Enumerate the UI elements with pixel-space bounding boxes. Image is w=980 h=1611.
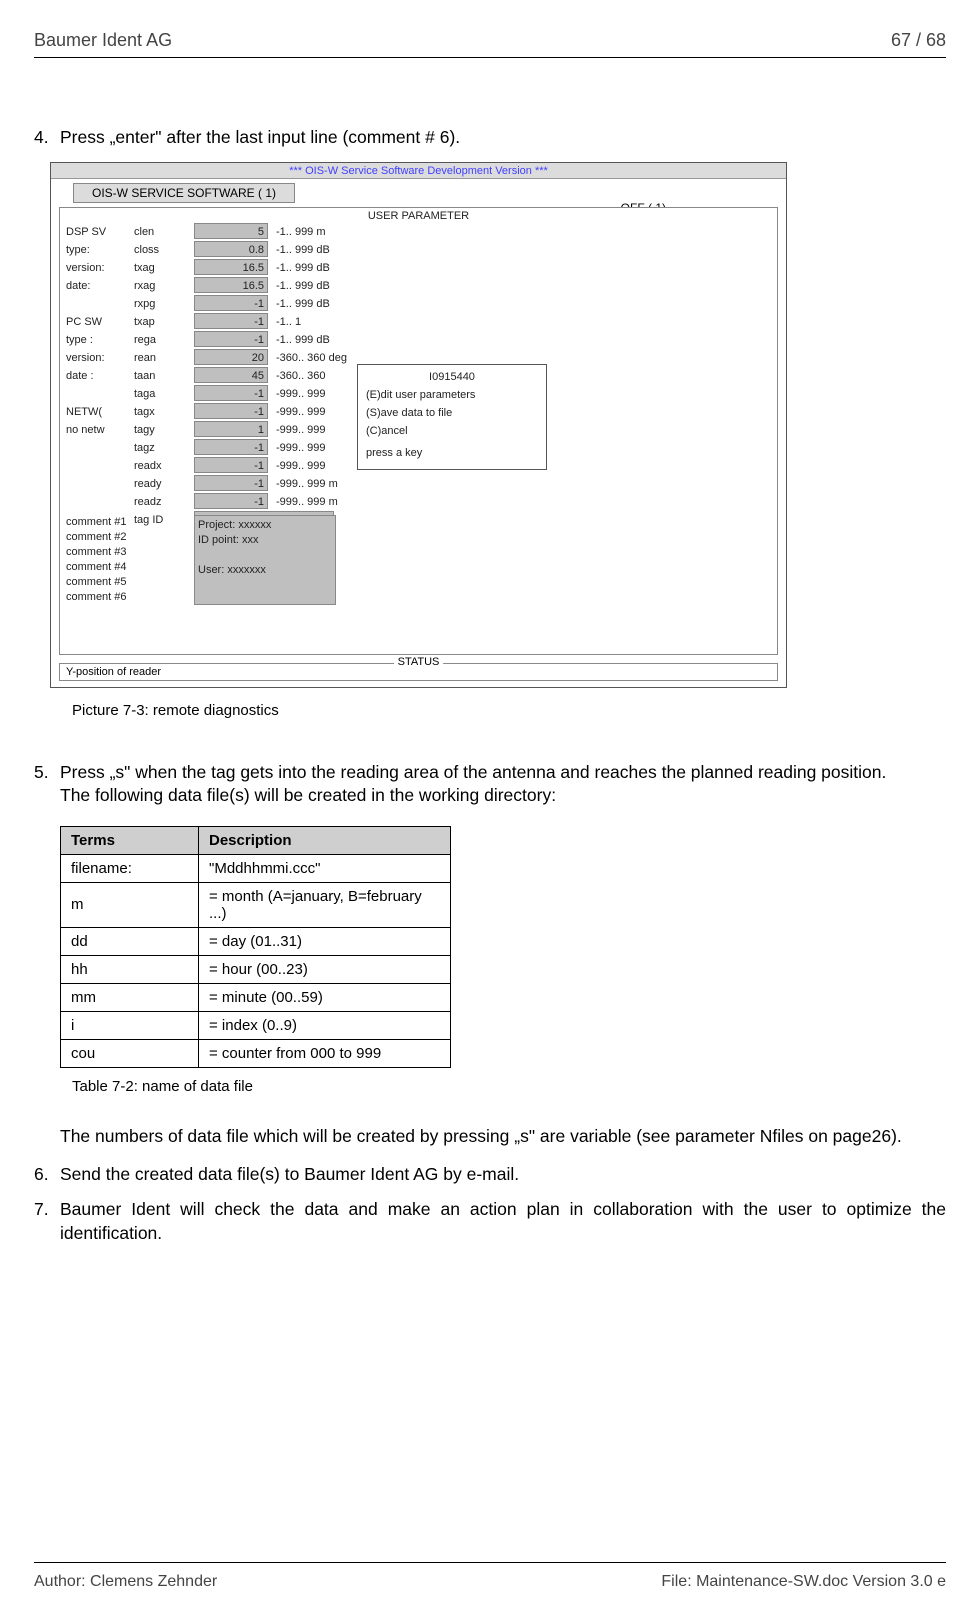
software-chip: OIS-W SERVICE SOFTWARE ( 1) bbox=[73, 183, 295, 203]
comment-labels: comment #1comment #2comment #3comment #4… bbox=[66, 515, 186, 605]
step-text: Press „enter" after the last input line … bbox=[60, 126, 946, 150]
page-footer: Author: Clemens Zehnder File: Maintenanc… bbox=[34, 1562, 946, 1591]
note-after-table: The numbers of data file which will be c… bbox=[60, 1125, 946, 1149]
step-5: 5. Press „s" when the tag gets into the … bbox=[34, 761, 946, 808]
step-4: 4. Press „enter" after the last input li… bbox=[34, 126, 946, 150]
user-parameter-heading: USER PARAMETER bbox=[60, 210, 777, 222]
screenshot-body: USER PARAMETER DSP SVtype:version:date: … bbox=[59, 207, 778, 655]
step-text: Baumer Ident will check the data and mak… bbox=[60, 1198, 946, 1245]
step-6: 6. Send the created data file(s) to Baum… bbox=[34, 1163, 946, 1187]
popup-hint: press a key bbox=[366, 444, 538, 462]
company-name: Baumer Ident AG bbox=[34, 30, 172, 51]
left-info-column: DSP SVtype:version:date: PC SWtype :vers… bbox=[66, 223, 126, 529]
step-num: 6. bbox=[34, 1163, 60, 1187]
popup-option-save: (S)ave data to file bbox=[366, 404, 538, 422]
param-names-column: clenclosstxagrxagrxpgtxapregareantaantag… bbox=[134, 223, 186, 529]
th-description: Description bbox=[199, 826, 451, 854]
table-row: hh= hour (00..23) bbox=[61, 955, 451, 983]
terms-table: Terms Description filename:"Mddhhmmi.ccc… bbox=[60, 826, 451, 1068]
table-row: i= index (0..9) bbox=[61, 1011, 451, 1039]
step-text: Send the created data file(s) to Baumer … bbox=[60, 1163, 946, 1187]
status-bar: STATUS Y-position of reader bbox=[59, 663, 778, 681]
th-terms: Terms bbox=[61, 826, 199, 854]
popup-option-cancel: (C)ancel bbox=[366, 422, 538, 440]
step-num: 4. bbox=[34, 126, 60, 150]
figure-caption: Picture 7-3: remote diagnostics bbox=[72, 702, 946, 719]
step-num: 7. bbox=[34, 1198, 60, 1245]
popup-option-edit: (E)dit user parameters bbox=[366, 386, 538, 404]
page-header: Baumer Ident AG 67 / 68 bbox=[34, 30, 946, 58]
popup-title: I0915440 bbox=[366, 368, 538, 386]
screenshot-titlebar: *** OIS-W Service Software Development V… bbox=[51, 163, 786, 179]
status-text: Y-position of reader bbox=[66, 666, 161, 678]
table-row: mm= minute (00..59) bbox=[61, 983, 451, 1011]
comments-block: comment #1comment #2comment #3comment #4… bbox=[66, 515, 336, 605]
content: 4. Press „enter" after the last input li… bbox=[34, 126, 946, 1534]
table-row: dd= day (01..31) bbox=[61, 927, 451, 955]
page-number: 67 / 68 bbox=[891, 30, 946, 51]
param-ranges-column: -1.. 999 m-1.. 999 dB-1.. 999 dB-1.. 999… bbox=[276, 223, 347, 529]
screenshot-frame: *** OIS-W Service Software Development V… bbox=[50, 162, 787, 688]
comment-box: Project: xxxxxxID point: xxx User: xxxxx… bbox=[194, 515, 336, 605]
param-values-column: 50.816.516.5-1-1-12045-1-11-1-1-1-1756 bbox=[194, 223, 268, 529]
popup-dialog: I0915440 (E)dit user parameters (S)ave d… bbox=[357, 364, 547, 470]
table-row: filename:"Mddhhmmi.ccc" bbox=[61, 854, 451, 882]
table-row: cou= counter from 000 to 999 bbox=[61, 1039, 451, 1067]
step-7: 7. Baumer Ident will check the data and … bbox=[34, 1198, 946, 1245]
step-text: Press „s" when the tag gets into the rea… bbox=[60, 761, 946, 808]
footer-file: File: Maintenance-SW.doc Version 3.0 e bbox=[661, 1573, 946, 1591]
table-row: m= month (A=january, B=february ...) bbox=[61, 882, 451, 927]
table-caption: Table 7-2: name of data file bbox=[72, 1078, 946, 1095]
footer-author: Author: Clemens Zehnder bbox=[34, 1573, 217, 1591]
step-num: 5. bbox=[34, 761, 60, 808]
status-heading: STATUS bbox=[394, 656, 444, 668]
